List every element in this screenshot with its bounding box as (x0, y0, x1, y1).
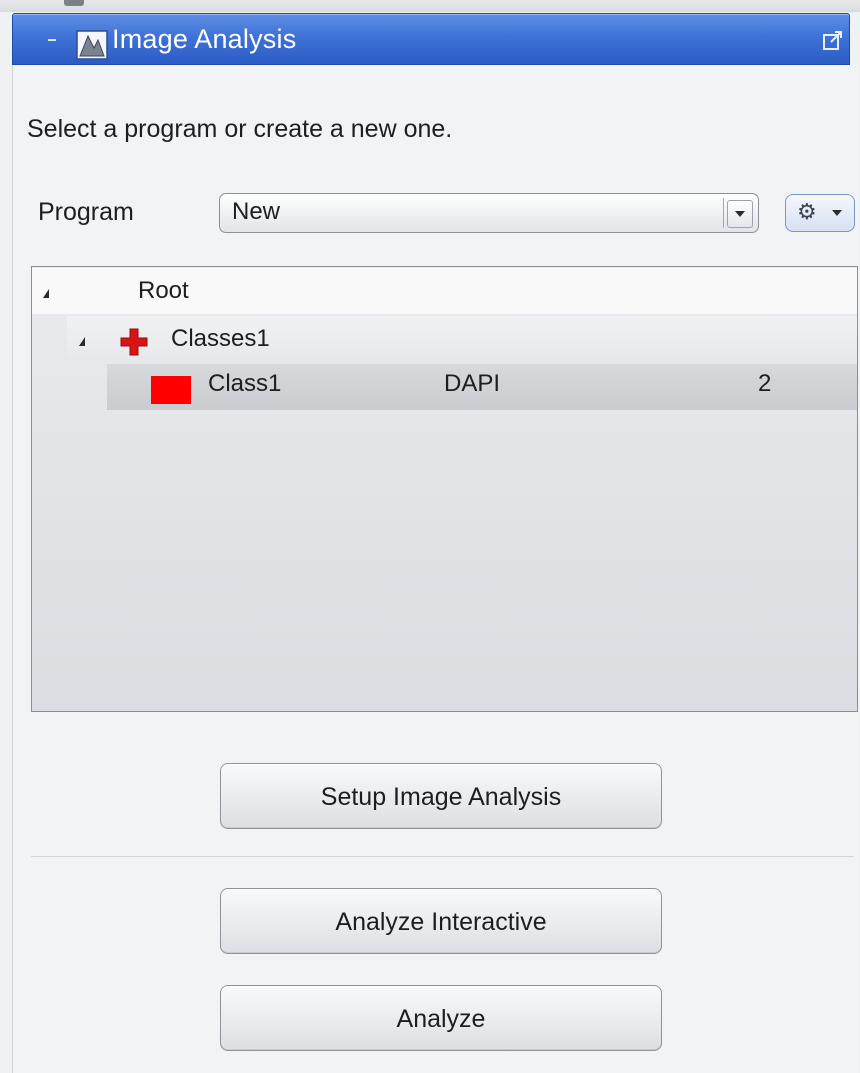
panel-title: Image Analysis (112, 24, 297, 54)
program-selected-value: New (232, 198, 281, 225)
program-label: Program (38, 198, 134, 226)
tree-label-root: Root (138, 277, 189, 304)
instruction-text: Select a program or create a new one. (27, 115, 453, 143)
popout-icon[interactable] (822, 30, 844, 52)
program-select[interactable]: New (219, 193, 759, 233)
toolbar-edge-icon (64, 0, 84, 6)
class-color-swatch[interactable] (151, 376, 191, 404)
caret-down-icon (832, 210, 842, 216)
setup-image-analysis-button[interactable]: Setup Image Analysis (220, 763, 662, 829)
analyze-button[interactable]: Analyze (220, 985, 662, 1051)
tree-row-root[interactable]: Root (32, 268, 857, 314)
image-analysis-panel-window: Image Analysis Select a program or creat… (0, 0, 860, 1073)
divider (31, 856, 854, 857)
top-toolbar-edge (0, 0, 860, 12)
tree-channel-class1: DAPI (444, 370, 501, 397)
tree-row-classes1[interactable]: Classes1 (67, 316, 857, 362)
select-divider (723, 198, 724, 228)
tree-row-class1[interactable]: Class1 DAPI 2 (107, 364, 857, 410)
gear-icon: ⚙ (797, 200, 817, 225)
analyze-interactive-button[interactable]: Analyze Interactive (220, 888, 662, 954)
class-tree[interactable]: Root Classes1 Class1 DAPI 2 (31, 266, 858, 712)
image-analysis-icon (76, 30, 108, 60)
tree-value-class1: 2 (758, 370, 772, 397)
program-settings-button[interactable]: ⚙ (785, 194, 855, 232)
chevron-down-icon[interactable] (727, 200, 753, 228)
expander-icon[interactable] (43, 289, 49, 298)
tree-label-class1: Class1 (208, 370, 282, 397)
collapse-icon[interactable] (47, 35, 57, 45)
tree-label-classes1: Classes1 (171, 325, 270, 352)
red-cross-icon (120, 328, 148, 356)
expander-icon[interactable] (79, 337, 85, 346)
